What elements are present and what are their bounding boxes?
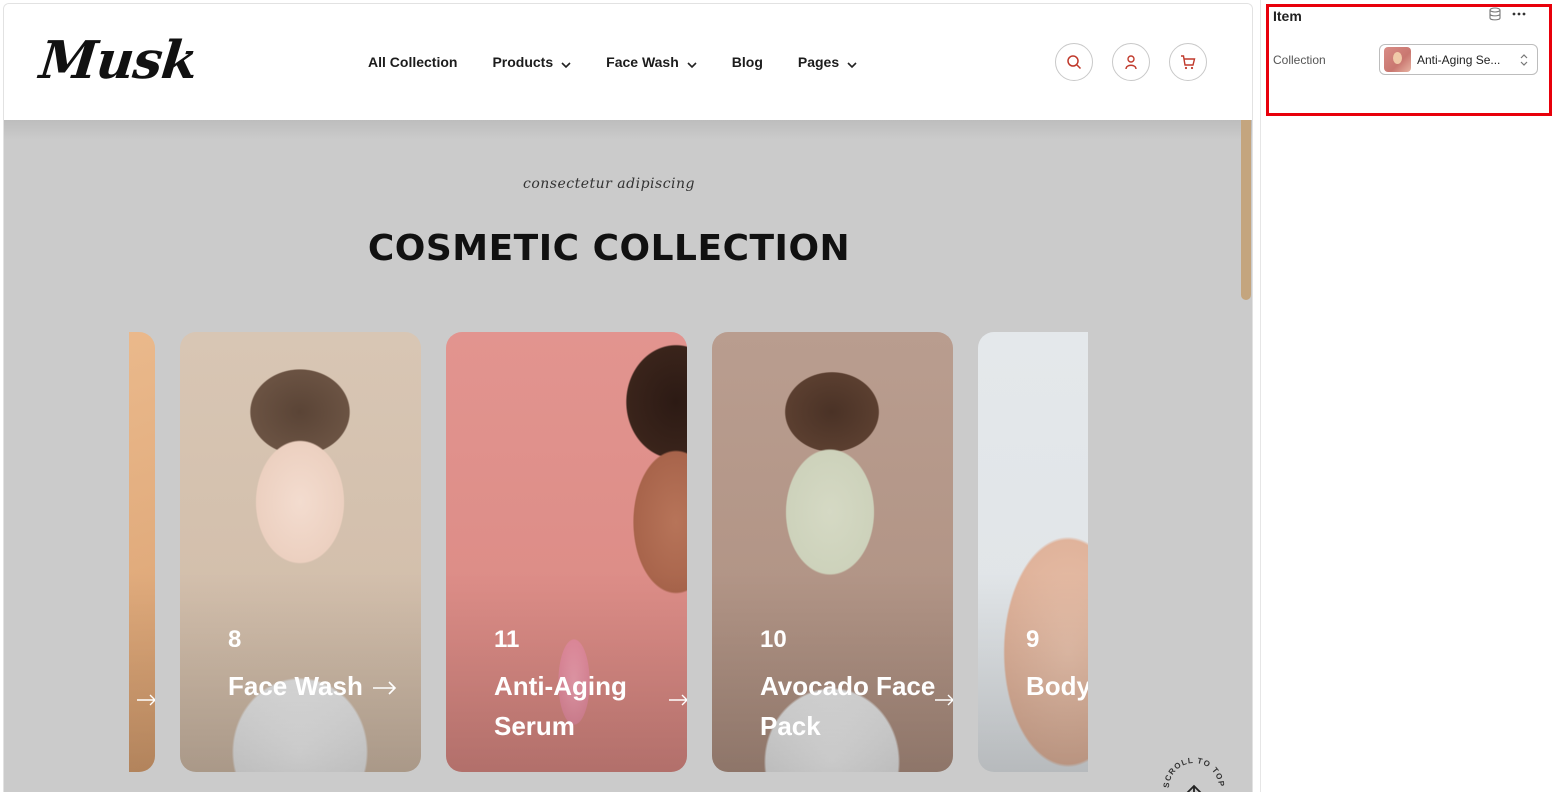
chevron-down-icon bbox=[847, 57, 857, 69]
app-window: Musk All Collection Products Face Wash B… bbox=[0, 0, 1558, 792]
arrow-right-icon bbox=[137, 694, 155, 706]
search-icon bbox=[1067, 55, 1082, 70]
card-title-text: Avocado Face Pack bbox=[760, 671, 936, 741]
page-scrollbar-thumb[interactable] bbox=[1241, 104, 1251, 300]
card-title: Body bbox=[1026, 666, 1088, 706]
card-title-text: Anti-Aging Serum bbox=[494, 671, 627, 741]
collection-card-body[interactable]: 9 Body bbox=[978, 332, 1088, 772]
nav-item-blog[interactable]: Blog bbox=[732, 54, 763, 70]
svg-text:SCROLL TO TOP: SCROLL TO TOP bbox=[1162, 756, 1226, 788]
arrow-right-icon bbox=[372, 681, 397, 695]
site-logo[interactable]: Musk bbox=[37, 30, 200, 91]
user-icon bbox=[1125, 55, 1137, 70]
card-number: 9 bbox=[1026, 626, 1040, 653]
main-nav: All Collection Products Face Wash Blog P… bbox=[368, 54, 892, 70]
card-number: 10 bbox=[760, 626, 787, 653]
nav-item-products[interactable]: Products bbox=[492, 54, 571, 70]
section-title: COSMETIC COLLECTION bbox=[367, 228, 851, 269]
selection-highlight-box bbox=[1266, 4, 1552, 116]
header-shadow bbox=[4, 120, 1252, 140]
properties-panel bbox=[1260, 0, 1558, 792]
nav-item-face-wash[interactable]: Face Wash bbox=[606, 54, 697, 70]
card-title-text: Face Wash bbox=[228, 671, 363, 701]
card-title: Anti-Aging Serum bbox=[494, 666, 684, 746]
nav-item-label: Blog bbox=[731, 54, 763, 70]
collection-carousel[interactable]: 8 Face Wash 11 Anti-Aging Serum 10 Avoca… bbox=[129, 332, 1088, 774]
collection-card[interactable] bbox=[129, 332, 155, 772]
search-button[interactable] bbox=[1055, 43, 1093, 81]
section-tagline: consectetur adipiscing bbox=[523, 176, 695, 192]
nav-item-all-collection[interactable]: All Collection bbox=[368, 54, 457, 70]
site-header: Musk All Collection Products Face Wash B… bbox=[4, 4, 1252, 120]
nav-item-label: All Collection bbox=[368, 54, 458, 70]
collection-card-anti-aging-serum[interactable]: 11 Anti-Aging Serum bbox=[446, 332, 687, 772]
collection-card-face-wash[interactable]: 8 Face Wash bbox=[180, 332, 421, 772]
card-title: Avocado Face Pack bbox=[760, 666, 950, 746]
arrow-up-icon bbox=[1186, 784, 1202, 792]
card-title: Face Wash bbox=[228, 666, 418, 706]
header-icon-group bbox=[1055, 43, 1207, 81]
nav-item-label: Pages bbox=[797, 54, 840, 70]
scroll-to-top-button[interactable]: SCROLL TO TOP bbox=[1159, 748, 1229, 792]
scroll-to-top-label: SCROLL TO TOP bbox=[1162, 756, 1225, 788]
nav-item-label: Products bbox=[492, 54, 554, 70]
card-number: 11 bbox=[494, 626, 520, 653]
nav-item-pages[interactable]: Pages bbox=[798, 54, 857, 70]
card-title-text: Body bbox=[1026, 671, 1088, 701]
site-preview-canvas: Musk All Collection Products Face Wash B… bbox=[3, 3, 1253, 792]
chevron-down-icon bbox=[687, 57, 697, 69]
account-button[interactable] bbox=[1112, 43, 1150, 81]
collection-card-avocado-face-pack[interactable]: 10 Avocado Face Pack bbox=[712, 332, 953, 772]
arrow-right-icon bbox=[935, 694, 953, 706]
card-number: 8 bbox=[228, 626, 242, 653]
chevron-down-icon bbox=[561, 57, 571, 69]
arrow-right-icon bbox=[669, 694, 687, 706]
card-shade bbox=[129, 572, 155, 772]
nav-item-label: Face Wash bbox=[606, 54, 679, 70]
cart-icon bbox=[1181, 55, 1196, 70]
cart-button[interactable] bbox=[1169, 43, 1207, 81]
collection-section: consectetur adipiscing COSMETIC COLLECTI… bbox=[4, 120, 1252, 792]
